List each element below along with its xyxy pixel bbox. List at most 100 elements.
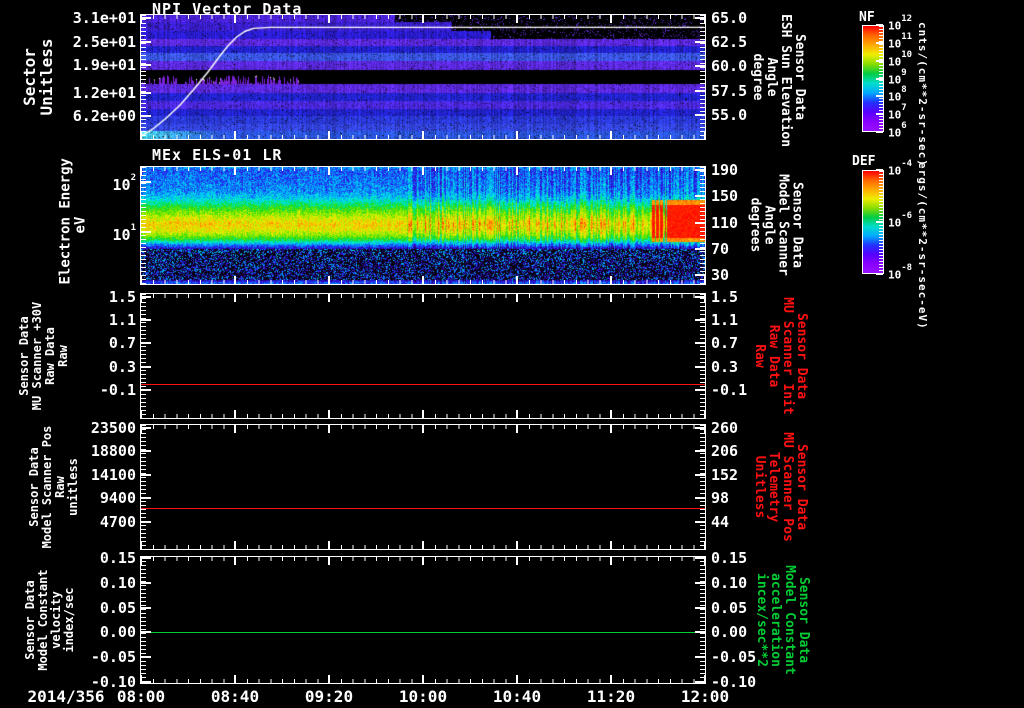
y-major-tick: [141, 557, 151, 560]
x-major-tick: [610, 410, 612, 418]
colorbar-tick-label: 10-4: [888, 159, 913, 178]
y-tick-label: 1.9e+01: [72, 56, 136, 75]
x-major-tick: [140, 410, 142, 418]
y-major-tick: [695, 221, 705, 224]
y-major-tick: [141, 114, 151, 117]
x-major-tick: [234, 131, 236, 139]
x-major-tick: [704, 541, 706, 549]
y-major-tick: [141, 40, 151, 43]
colorbar-tick-label: 1011: [888, 31, 913, 51]
y-major-tick: [141, 655, 151, 658]
x-major-tick: [328, 541, 330, 549]
colorbar-tick-label: 108: [888, 85, 907, 104]
y-tick-label: 0.15: [711, 549, 748, 568]
panel2-title: MEx ELS-01 LR: [152, 146, 283, 164]
colorbar-nf-unit: cnts/(cm**2-sr-sec): [916, 22, 929, 167]
x-tick-label: 11:20: [586, 687, 636, 706]
y-tick-label: 0.00: [711, 623, 748, 642]
x-major-tick: [516, 425, 518, 433]
x-major-tick: [610, 541, 612, 549]
x-major-tick: [610, 131, 612, 139]
y-tick-label: 1.1: [108, 311, 136, 330]
y-tick-label: -0.05: [711, 647, 757, 666]
y-tick-label: -0.05: [90, 647, 136, 666]
y-major-tick: [695, 655, 705, 658]
x-major-tick: [234, 557, 236, 565]
x-major-tick: [516, 131, 518, 139]
x-major-tick: [704, 131, 706, 139]
y-tick-label: 6.2e+00: [72, 106, 136, 125]
y-tick-label: 9400: [99, 489, 136, 508]
plot-panel-model-scanner-pos: [140, 424, 706, 550]
x-major-tick: [234, 294, 236, 302]
y-major-tick: [141, 606, 151, 609]
y-tick-label: 152: [711, 465, 739, 484]
y-major-tick: [695, 195, 705, 198]
y-tick-label: 0.3: [711, 357, 739, 376]
y-tick-label: -0.1: [711, 380, 748, 399]
colorbar-tick-label: 1012: [888, 14, 913, 33]
y-tick-label: 102: [112, 173, 136, 194]
y-minor-ticks-right: [700, 294, 705, 418]
x-major-tick: [140, 541, 142, 549]
x-major-tick: [516, 15, 518, 23]
y-tick-label: 190: [711, 160, 739, 179]
y-minor-ticks-left: [141, 15, 146, 139]
y-major-tick: [141, 231, 151, 234]
y-tick-label: 101: [112, 223, 136, 245]
y-major-tick: [141, 582, 151, 585]
y-tick-label: 0.7: [711, 334, 739, 353]
x-tick-label: 08:40: [210, 687, 260, 706]
x-major-tick: [328, 131, 330, 139]
x-major-tick: [328, 410, 330, 418]
y-major-tick: [695, 606, 705, 609]
y-major-tick: [695, 295, 705, 298]
y-tick-label: 110: [711, 213, 739, 232]
x-major-tick: [704, 410, 706, 418]
y-tick-label: 14100: [90, 465, 136, 484]
y-major-tick: [695, 388, 705, 391]
y-major-tick: [695, 89, 705, 92]
y-tick-label: 0.05: [99, 598, 136, 617]
y-major-tick: [141, 426, 151, 429]
colorbar-tick-label: 107: [888, 103, 907, 122]
x-tick-label: 09:20: [304, 687, 354, 706]
colorbar-tick-label: 1010: [888, 49, 913, 69]
colorbar-major-tick: [876, 113, 883, 116]
y-tick-label: 0.7: [108, 334, 136, 353]
x-major-tick: [422, 167, 424, 175]
y-tick-label: 98: [711, 489, 730, 508]
y-tick-label: 0.10: [711, 574, 748, 593]
y-major-tick: [141, 91, 151, 94]
y-major-tick: [141, 181, 151, 183]
colorbar-major-tick: [876, 77, 883, 80]
colorbar-nf-title: NF: [859, 10, 875, 25]
y-major-tick: [695, 497, 705, 500]
y-major-tick: [695, 16, 705, 19]
y-minor-ticks-right: [700, 15, 705, 139]
colorbar-major-tick: [876, 221, 883, 223]
y-minor-ticks-right: [700, 425, 705, 549]
y-major-tick: [695, 113, 705, 116]
colorbar-major-tick: [876, 59, 883, 62]
x-tick-label: 12:00: [680, 687, 730, 706]
y-major-tick: [695, 473, 705, 476]
y-tick-label: 1.1: [711, 311, 739, 330]
x-major-tick: [422, 675, 424, 683]
x-major-tick: [328, 425, 330, 433]
x-major-tick: [422, 294, 424, 302]
y-tick-label: 1.5: [711, 287, 739, 306]
plot-panel-npi-vector-data: [140, 14, 706, 140]
series-line-mu-scanner-30v: [141, 384, 705, 385]
x-major-tick: [610, 425, 612, 433]
y-minor-ticks-right: [700, 167, 705, 284]
y-major-tick: [141, 680, 151, 683]
x-major-tick: [610, 557, 612, 565]
y-minor-ticks-left: [141, 557, 146, 683]
x-major-tick: [610, 167, 612, 175]
y-tick-label: 62.5: [711, 33, 748, 52]
y-major-tick: [141, 64, 151, 67]
y-tick-label: 0.05: [711, 598, 748, 617]
axis-label-sector: Sector Unitless: [20, 38, 56, 116]
y-tick-label: 0.3: [108, 357, 136, 376]
